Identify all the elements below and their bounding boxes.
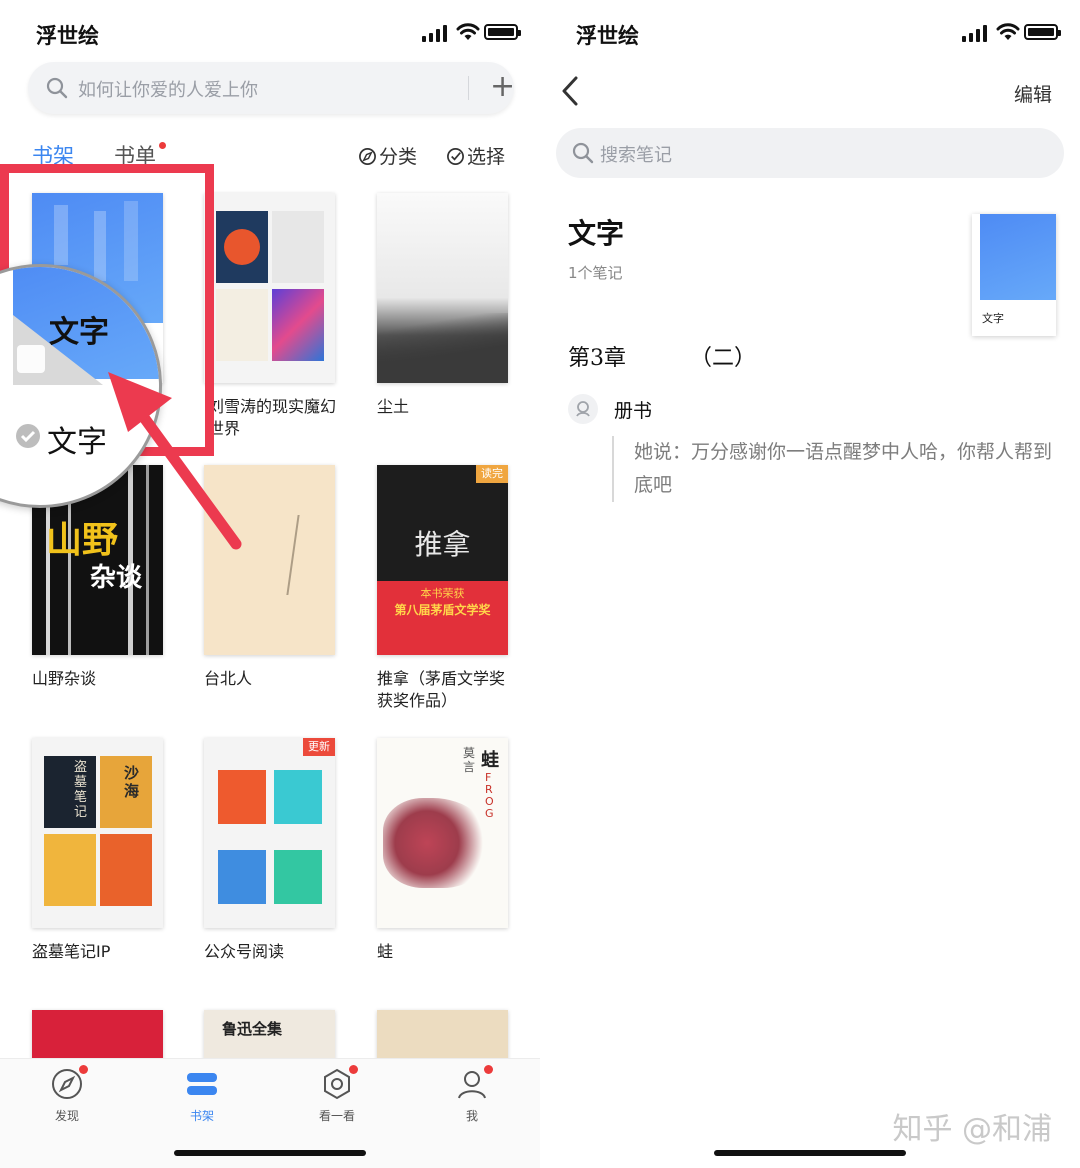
bookshelf-screen: 浮世绘 如何让你爱的人爱上你 + 书架 书单 分类 选择 刘雪涛的现实魔幻世界 … (0, 0, 540, 1168)
annotation-arrow (108, 372, 242, 550)
user-icon (576, 401, 590, 417)
note-quote[interactable]: 她说：万分感谢你一语点醒梦中人哈，你帮人帮到底吧 (612, 436, 1052, 502)
nav-me[interactable]: 我 (437, 1065, 507, 1124)
notebook-title: 文字 (568, 217, 625, 250)
compass-icon (50, 1065, 88, 1101)
cover-art (980, 214, 1056, 300)
home-indicator[interactable] (174, 1150, 366, 1156)
nav-label: 书架 (189, 1109, 214, 1123)
back-arrow-icon[interactable] (556, 74, 586, 108)
search-icon (572, 142, 594, 164)
avatar (568, 394, 598, 424)
search-placeholder[interactable]: 搜索笔记 (600, 141, 672, 167)
cover-label: 文字 (982, 312, 1004, 325)
nav-discover[interactable]: 发现 (32, 1065, 102, 1124)
nav-look[interactable]: 看一看 (302, 1065, 372, 1124)
home-indicator[interactable] (714, 1150, 906, 1156)
edit-button[interactable]: 编辑 (1014, 80, 1052, 107)
nav-label: 发现 (54, 1109, 79, 1123)
chapter-title: 第3章 (568, 346, 626, 371)
nav-badge-dot (79, 1065, 88, 1074)
look-icon (320, 1065, 358, 1101)
notes-screen: 浮世绘 编辑 搜索笔记 文字 1个笔记 文字 第3章 （二） 册书 她说：万分感… (540, 0, 1080, 1168)
chapter-subtitle: （二） (690, 346, 757, 371)
nav-badge-dot (484, 1065, 493, 1074)
carrier-label: 浮世绘 (576, 24, 639, 48)
status-bar: 浮世绘 (540, 18, 1080, 48)
nav-badge-dot (349, 1065, 358, 1074)
notes-search-bar[interactable]: 搜索笔记 (556, 128, 1064, 178)
note-author: 册书 (614, 400, 653, 422)
watermark: 知乎 @和浦 (892, 1112, 1052, 1147)
battery-icon (1024, 24, 1061, 40)
nav-bookshelf[interactable]: 书架 (167, 1067, 237, 1124)
notebook-cover[interactable]: 文字 (972, 214, 1056, 336)
bookshelf-icon (185, 1067, 219, 1101)
note-count: 1个笔记 (568, 264, 623, 282)
signal-icon (962, 24, 988, 42)
nav-label: 我 (465, 1109, 478, 1123)
wifi-icon (996, 23, 1020, 40)
profile-icon (455, 1065, 493, 1101)
nav-label: 看一看 (318, 1109, 355, 1123)
